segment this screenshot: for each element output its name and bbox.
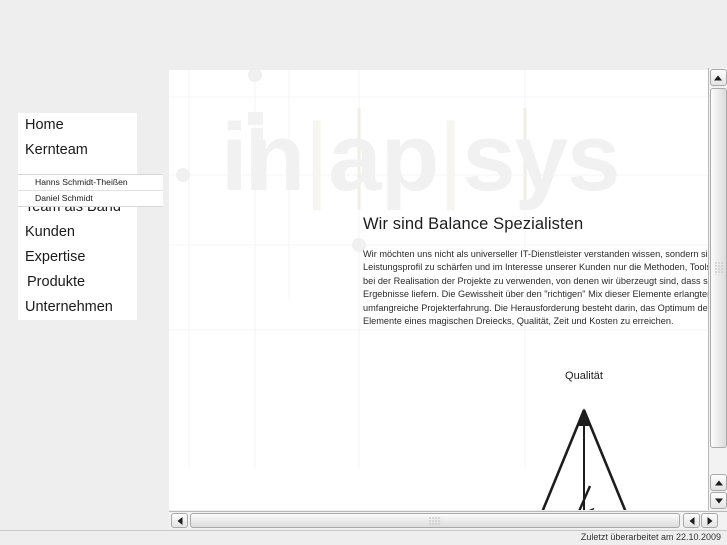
chevron-down-icon xyxy=(714,498,723,503)
scroll-up-button-secondary[interactable] xyxy=(710,474,727,491)
submenu-item-label: Hanns Schmidt-Theißen xyxy=(35,177,128,187)
magic-triangle-diagram: Qualität xyxy=(469,370,708,510)
scroll-grip-icon xyxy=(714,261,723,275)
scroll-grip-icon xyxy=(428,516,442,525)
navigation-menu: Home Kernteam Team als Band Kunden Exper… xyxy=(18,113,137,320)
nav-item-kernteam[interactable]: Kernteam xyxy=(18,138,137,163)
triangle-graphic xyxy=(541,408,627,510)
logo-part-sys: sys xyxy=(462,104,620,211)
logo-separator-1: | xyxy=(304,104,329,211)
nav-item-expertise[interactable]: Expertise xyxy=(18,245,137,270)
nav-item-home[interactable]: Home xyxy=(18,113,137,138)
nav-item-produkte[interactable]: Produkte xyxy=(18,270,137,295)
scroll-down-button[interactable] xyxy=(710,492,727,509)
chevron-left-icon xyxy=(177,516,182,525)
article-heading: Wir sind Balance Spezialisten xyxy=(363,215,584,233)
horizontal-scrollbar[interactable] xyxy=(169,511,727,529)
chevron-right-icon xyxy=(707,516,712,525)
nav-item-label: Unternehmen xyxy=(25,299,113,315)
scroll-up-button[interactable] xyxy=(709,69,727,86)
submenu-item-daniel-schmidt[interactable]: Daniel Schmidt xyxy=(18,191,158,206)
submenu-item-hanns-schmidt-theissen[interactable]: Hanns Schmidt-Theißen xyxy=(18,175,163,191)
status-bar: Zuletzt überarbeitet am 22.10.2009 xyxy=(0,530,727,545)
nav-item-label: Expertise xyxy=(25,249,86,265)
page-canvas: in|ap|sys Wir sind Balance Spezialisten … xyxy=(169,70,708,510)
submenu-item-label: Daniel Schmidt xyxy=(35,193,93,203)
chevron-left-icon xyxy=(689,516,694,525)
kernteam-submenu: Hanns Schmidt-Theißen Daniel Schmidt xyxy=(18,174,163,207)
diagram-apex-label: Qualität xyxy=(565,370,603,382)
logo-part-ap: ap xyxy=(328,104,439,211)
nav-item-kunden[interactable]: Kunden xyxy=(18,220,137,245)
nav-item-label: Kernteam xyxy=(25,142,88,158)
scroll-left-button[interactable] xyxy=(171,513,188,528)
last-modified-text: Zuletzt überarbeitet am 22.10.2009 xyxy=(580,532,721,542)
logo-part-in: in xyxy=(221,104,305,211)
nav-item-label: Home xyxy=(25,117,64,133)
site-logo: in|ap|sys xyxy=(221,110,620,206)
vertical-scroll-thumb[interactable] xyxy=(710,88,727,448)
content-viewport: in|ap|sys Wir sind Balance Spezialisten … xyxy=(169,70,708,510)
horizontal-scroll-thumb[interactable] xyxy=(190,513,680,528)
vertical-scroll-button-group xyxy=(709,473,727,510)
scroll-left-button-secondary[interactable] xyxy=(683,513,700,528)
article: Wir sind Balance Spezialisten Wir möchte… xyxy=(363,215,708,328)
chevron-up-icon xyxy=(714,75,722,80)
chevron-up-icon xyxy=(714,480,723,485)
nav-item-unternehmen[interactable]: Unternehmen xyxy=(18,295,137,320)
nav-item-label: Produkte xyxy=(27,274,86,290)
logo-separator-2: | xyxy=(438,104,463,211)
nav-item-label: Kunden xyxy=(25,224,75,240)
vertical-scrollbar[interactable] xyxy=(708,68,727,510)
scroll-right-button[interactable] xyxy=(701,513,718,528)
article-body: Wir möchten uns nicht als universeller I… xyxy=(363,249,708,327)
app-window: in|ap|sys Wir sind Balance Spezialisten … xyxy=(0,0,727,545)
